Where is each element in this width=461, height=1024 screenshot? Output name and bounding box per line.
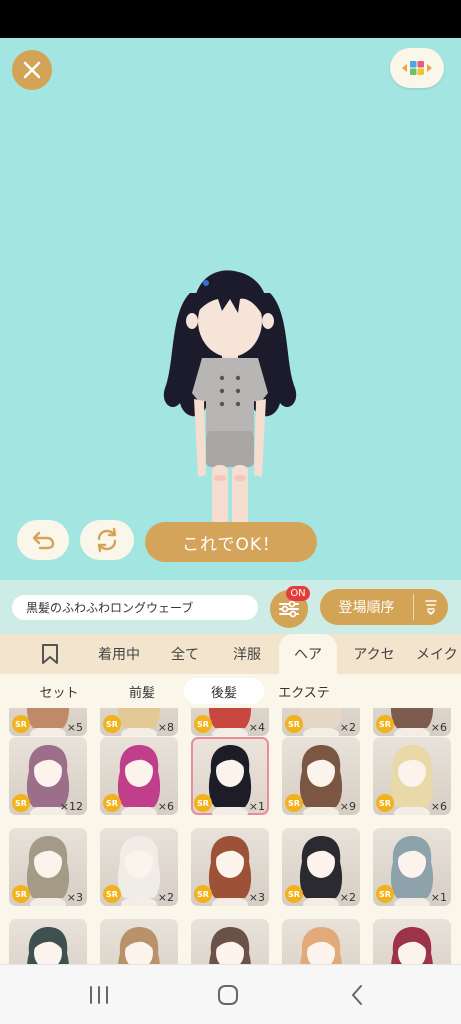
hair-item-tile[interactable]: SR ×6 — [373, 708, 451, 736]
filter-on-badge: ON — [286, 586, 310, 601]
item-count: ×4 — [248, 721, 265, 734]
sliders-icon — [279, 600, 299, 618]
rarity-badge: SR — [376, 715, 394, 733]
rotate-button[interactable] — [80, 520, 134, 560]
hair-item-tile[interactable] — [100, 919, 178, 964]
hair-item-tile[interactable]: SR ×3 — [191, 828, 269, 906]
hair-item-tile[interactable] — [373, 919, 451, 964]
item-count: ×9 — [339, 800, 356, 813]
close-button[interactable] — [12, 50, 52, 90]
rarity-badge: SR — [194, 715, 212, 733]
hair-item-tile[interactable]: SR ×6 — [100, 737, 178, 815]
subtab-set[interactable]: セット — [14, 678, 104, 704]
rarity-badge: SR — [12, 794, 30, 812]
avatar-character — [163, 270, 297, 549]
home-icon — [218, 985, 238, 1005]
hair-subtabs: セット 前髪 後髪 エクステ — [0, 674, 461, 708]
hair-item-tile[interactable]: SR ×2 — [100, 828, 178, 906]
hair-item-tile[interactable]: SR ×1 — [373, 828, 451, 906]
category-tabs: 着用中 全て 洋服 ヘア アクセ メイク — [0, 634, 461, 674]
rarity-badge: SR — [12, 885, 30, 903]
item-grid: SR ×5 SR ×8 SR ×4 SR ×2 SR ×6 SR ×12 SR ×6 SR ×1 SR ×9 SR ×… — [0, 708, 461, 964]
hair-preview-icon — [118, 927, 160, 964]
hair-preview-icon — [391, 927, 433, 964]
hair-item-tile[interactable]: SR ×6 — [373, 737, 451, 815]
tab-wearing[interactable]: 着用中 — [88, 634, 150, 674]
tab-all[interactable]: 全て — [160, 634, 210, 674]
item-count: ×8 — [157, 721, 174, 734]
item-count: ×3 — [66, 891, 83, 904]
rarity-badge: SR — [376, 794, 394, 812]
rarity-badge: SR — [103, 715, 121, 733]
sort-order-label: 登場順序 — [338, 600, 395, 616]
item-count: ×6 — [157, 800, 174, 813]
status-bar — [0, 0, 461, 38]
confirm-ok-button[interactable]: これでOK！ — [145, 522, 317, 562]
hair-item-tile[interactable] — [9, 919, 87, 964]
bookmark-icon — [42, 644, 58, 664]
item-info-bar: 黒髪のふわふわロングウェーブ ON 登場順序 — [0, 580, 461, 634]
hair-item-tile[interactable] — [191, 919, 269, 964]
tab-bookmark[interactable] — [28, 634, 72, 674]
subtab-extension[interactable]: エクステ — [268, 678, 340, 704]
system-nav-bar — [0, 964, 461, 1024]
back-button[interactable] — [342, 983, 372, 1007]
rarity-badge: SR — [285, 885, 303, 903]
hair-preview-icon — [300, 927, 342, 964]
subtab-back-hair[interactable]: 後髪 — [184, 678, 264, 704]
item-count: ×12 — [59, 800, 83, 813]
item-count: ×1 — [248, 800, 265, 813]
hair-item-tile[interactable]: SR ×2 — [282, 828, 360, 906]
item-count: ×1 — [430, 891, 447, 904]
color-palette-button[interactable] — [390, 48, 444, 88]
selected-item-name: 黒髪のふわふわロングウェーブ — [12, 595, 258, 620]
undo-icon — [32, 531, 55, 550]
close-icon — [23, 61, 41, 79]
hair-item-tile[interactable] — [282, 919, 360, 964]
hair-item-tile[interactable]: SR ×12 — [9, 737, 87, 815]
subtab-front-hair[interactable]: 前髪 — [104, 678, 180, 704]
hair-item-tile[interactable]: SR ×2 — [282, 708, 360, 736]
item-count: ×5 — [66, 721, 83, 734]
sort-order-button[interactable]: 登場順序 — [320, 589, 448, 625]
item-count: ×2 — [339, 721, 356, 734]
item-count: ×2 — [339, 891, 356, 904]
undo-button[interactable] — [17, 520, 69, 560]
palette-grid-icon — [402, 61, 432, 75]
sort-toggle-icon[interactable] — [414, 599, 448, 615]
rotate-icon — [97, 527, 117, 553]
home-button[interactable] — [213, 983, 243, 1007]
hair-preview-icon — [209, 927, 251, 964]
item-count: ×2 — [157, 891, 174, 904]
item-count: ×6 — [430, 800, 447, 813]
tab-hair[interactable]: ヘア — [279, 634, 337, 674]
recent-apps-icon — [90, 986, 108, 1004]
rarity-badge: SR — [285, 794, 303, 812]
tab-clothes[interactable]: 洋服 — [222, 634, 272, 674]
hair-item-tile[interactable]: SR ×4 — [191, 708, 269, 736]
hair-preview-icon — [27, 927, 69, 964]
avatar-stage: これでOK！ — [0, 38, 461, 580]
item-count: ×6 — [430, 721, 447, 734]
rarity-badge: SR — [285, 715, 303, 733]
hair-item-tile[interactable]: SR ×3 — [9, 828, 87, 906]
rarity-badge: SR — [194, 885, 212, 903]
rarity-badge: SR — [12, 715, 30, 733]
rarity-badge: SR — [194, 794, 212, 812]
item-count: ×3 — [248, 891, 265, 904]
hair-item-tile[interactable]: SR ×1 — [191, 737, 269, 815]
rarity-badge: SR — [103, 885, 121, 903]
hair-item-tile[interactable]: SR ×8 — [100, 708, 178, 736]
rarity-badge: SR — [103, 794, 121, 812]
rarity-badge: SR — [376, 885, 394, 903]
hair-item-tile[interactable]: SR ×5 — [9, 708, 87, 736]
hair-item-tile[interactable]: SR ×9 — [282, 737, 360, 815]
back-icon — [352, 985, 362, 1005]
tab-accessories[interactable]: アクセ — [344, 634, 404, 674]
recent-apps-button[interactable] — [84, 983, 114, 1007]
tab-makeup[interactable]: メイク — [416, 634, 461, 674]
